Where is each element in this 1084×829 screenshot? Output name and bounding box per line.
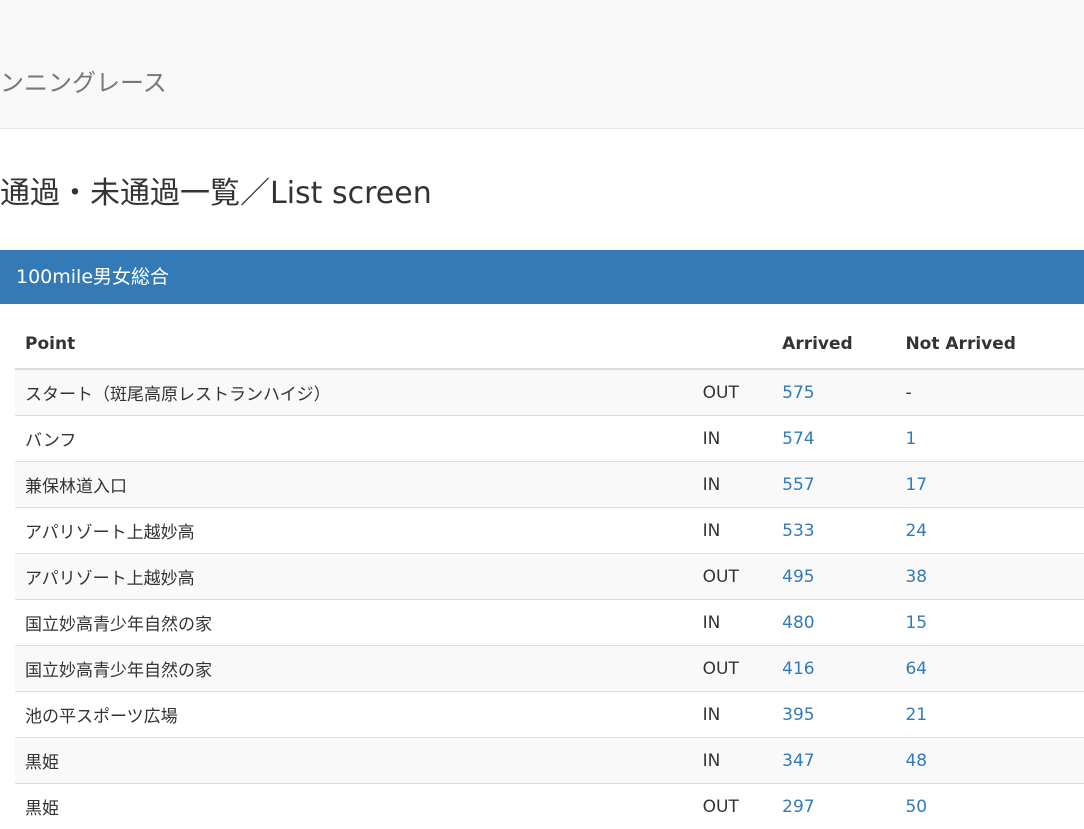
arrived-count-link[interactable]: 533 — [782, 521, 814, 541]
direction-cell: OUT — [693, 784, 772, 829]
arrived-count-link[interactable]: 416 — [782, 659, 814, 679]
navbar: ンニングレース — [0, 0, 1084, 129]
not-arrived-cell: 64 — [895, 646, 1084, 692]
direction-cell: IN — [693, 600, 772, 646]
page-title: 通過・未通過一覧／List screen — [0, 172, 432, 216]
arrived-count-link[interactable]: 575 — [782, 383, 814, 403]
not-arrived-count-link[interactable]: 38 — [905, 567, 927, 587]
not-arrived-count-link[interactable]: 24 — [905, 521, 927, 541]
point-cell: 黒姫 — [15, 784, 693, 829]
not-arrived-cell: 1 — [895, 416, 1084, 462]
arrived-cell: 557 — [772, 462, 895, 508]
header-direction — [693, 320, 772, 369]
not-arrived-cell: - — [895, 369, 1084, 416]
arrived-cell: 480 — [772, 600, 895, 646]
table-row: アパリゾート上越妙高 OUT 495 38 — [15, 554, 1084, 600]
arrived-cell: 297 — [772, 784, 895, 829]
direction-cell: IN — [693, 692, 772, 738]
not-arrived-cell: 50 — [895, 784, 1084, 829]
not-arrived-cell: 24 — [895, 508, 1084, 554]
table-row: 池の平スポーツ広場 IN 395 21 — [15, 692, 1084, 738]
table-row: 国立妙高青少年自然の家 OUT 416 64 — [15, 646, 1084, 692]
table-row: 黒姫 IN 347 48 — [15, 738, 1084, 784]
not-arrived-count-link[interactable]: 48 — [905, 751, 927, 771]
point-cell: 兼保林道入口 — [15, 462, 693, 508]
table-row: バンフ IN 574 1 — [15, 416, 1084, 462]
point-cell: バンフ — [15, 416, 693, 462]
direction-cell: IN — [693, 462, 772, 508]
header-point: Point — [15, 320, 693, 369]
point-cell: スタート（斑尾高原レストランハイジ） — [15, 369, 693, 416]
arrived-count-link[interactable]: 480 — [782, 613, 814, 633]
arrived-count-link[interactable]: 557 — [782, 475, 814, 495]
point-cell: アパリゾート上越妙高 — [15, 508, 693, 554]
not-arrived-count-link[interactable]: 21 — [905, 705, 927, 725]
table-row: 黒姫 OUT 297 50 — [15, 784, 1084, 829]
navbar-brand[interactable]: ンニングレース — [0, 66, 167, 100]
arrived-cell: 347 — [772, 738, 895, 784]
point-cell: 池の平スポーツ広場 — [15, 692, 693, 738]
not-arrived-count-link[interactable]: 64 — [905, 659, 927, 679]
direction-cell: OUT — [693, 554, 772, 600]
arrived-cell: 395 — [772, 692, 895, 738]
direction-cell: IN — [693, 508, 772, 554]
not-arrived-cell: 38 — [895, 554, 1084, 600]
direction-cell: OUT — [693, 369, 772, 416]
table-row: スタート（斑尾高原レストランハイジ） OUT 575 - — [15, 369, 1084, 416]
header-arrived: Arrived — [772, 320, 895, 369]
arrived-cell: 533 — [772, 508, 895, 554]
arrived-cell: 416 — [772, 646, 895, 692]
header-not-arrived: Not Arrived — [895, 320, 1084, 369]
table-row: 国立妙高青少年自然の家 IN 480 15 — [15, 600, 1084, 646]
direction-cell: IN — [693, 738, 772, 784]
arrived-count-link[interactable]: 347 — [782, 751, 814, 771]
point-cell: アパリゾート上越妙高 — [15, 554, 693, 600]
arrived-count-link[interactable]: 495 — [782, 567, 814, 587]
panel-heading: 100mile男女総合 — [0, 250, 1084, 304]
arrived-cell: 574 — [772, 416, 895, 462]
not-arrived-cell: 48 — [895, 738, 1084, 784]
table-header-row: Point Arrived Not Arrived — [15, 320, 1084, 369]
not-arrived-cell: 15 — [895, 600, 1084, 646]
not-arrived-cell: 17 — [895, 462, 1084, 508]
panel-title: 100mile男女総合 — [16, 263, 169, 291]
table-row: アパリゾート上越妙高 IN 533 24 — [15, 508, 1084, 554]
pass-status-table: Point Arrived Not Arrived スタート（斑尾高原レストラン… — [15, 320, 1084, 829]
not-arrived-count-link[interactable]: 17 — [905, 475, 927, 495]
arrived-cell: 495 — [772, 554, 895, 600]
direction-cell: IN — [693, 416, 772, 462]
not-arrived-cell: 21 — [895, 692, 1084, 738]
not-arrived-count-link[interactable]: 50 — [905, 797, 927, 817]
point-cell: 黒姫 — [15, 738, 693, 784]
direction-cell: OUT — [693, 646, 772, 692]
arrived-count-link[interactable]: 395 — [782, 705, 814, 725]
point-cell: 国立妙高青少年自然の家 — [15, 646, 693, 692]
arrived-count-link[interactable]: 574 — [782, 429, 814, 449]
not-arrived-count-link[interactable]: 1 — [905, 429, 916, 449]
arrived-count-link[interactable]: 297 — [782, 797, 814, 817]
point-cell: 国立妙高青少年自然の家 — [15, 600, 693, 646]
arrived-cell: 575 — [772, 369, 895, 416]
not-arrived-count-link[interactable]: 15 — [905, 613, 927, 633]
table-row: 兼保林道入口 IN 557 17 — [15, 462, 1084, 508]
